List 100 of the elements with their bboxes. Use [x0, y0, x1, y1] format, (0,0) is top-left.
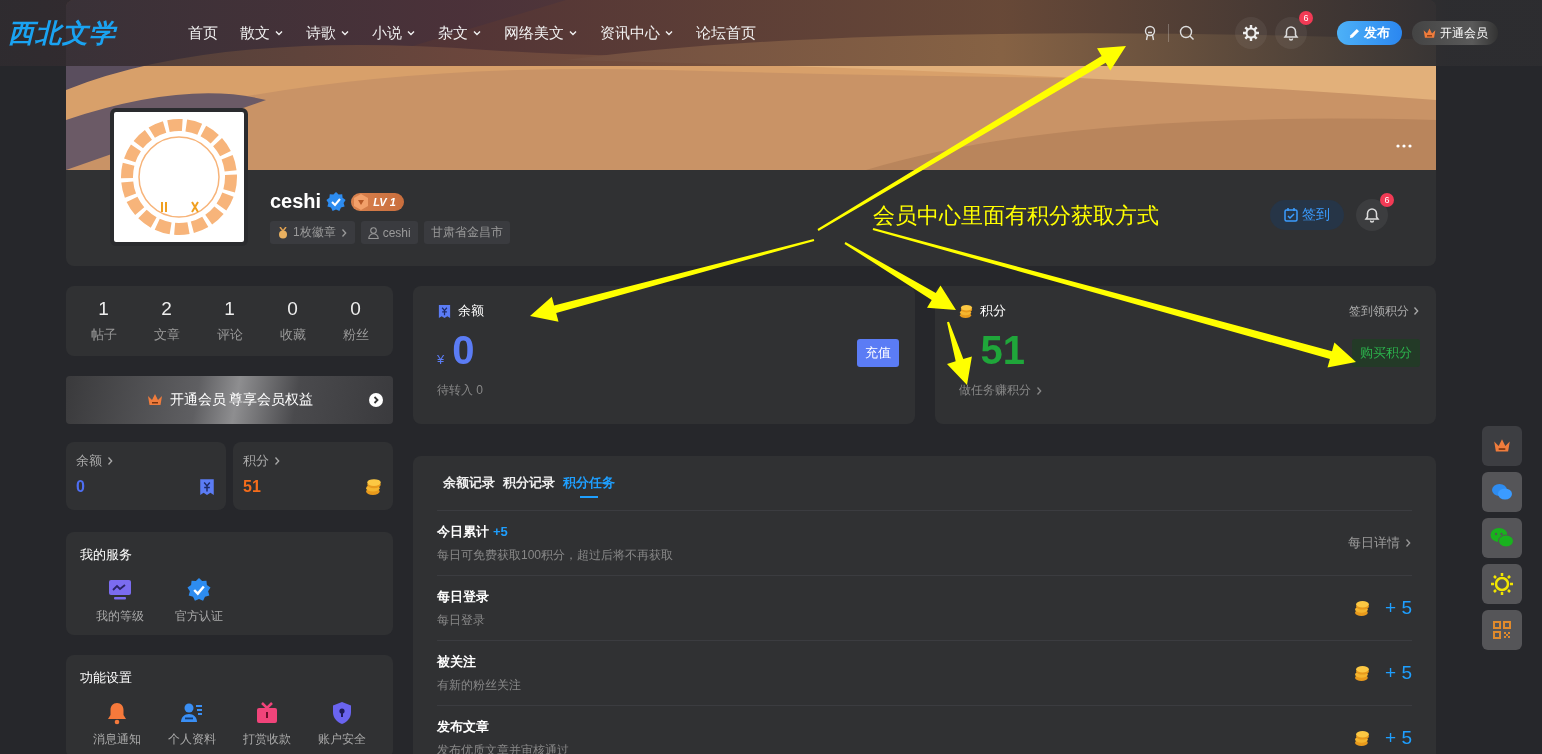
medal-icon: [277, 226, 289, 239]
card-title: 余额: [458, 302, 484, 320]
section-title: 功能设置: [80, 669, 133, 687]
service-item[interactable]: 打赏收款: [229, 701, 305, 748]
service-item[interactable]: 我的等级: [80, 578, 159, 625]
nav-link[interactable]: 首页: [188, 23, 218, 43]
profile-tag: ceshi: [360, 221, 418, 244]
nav-link[interactable]: 散文: [240, 23, 284, 43]
notification-button[interactable]: [1275, 17, 1307, 49]
section-title: 我的服务: [80, 546, 133, 564]
coins-icon: [958, 303, 974, 319]
caret-icon: [664, 28, 674, 38]
pencil-icon: [1349, 27, 1360, 39]
check-in-button[interactable]: 签到: [1270, 200, 1344, 230]
buy-points-button[interactable]: 购买积分: [1352, 339, 1420, 367]
service-item[interactable]: 消息通知: [80, 701, 155, 748]
nav-link[interactable]: 小说: [372, 23, 416, 43]
check-in-points-link[interactable]: 签到领积分: [1349, 302, 1420, 320]
chevron-icon: [273, 456, 281, 466]
service-item[interactable]: 个人资料: [154, 701, 230, 748]
user-card-icon: [180, 701, 205, 725]
floating-button[interactable]: [1482, 610, 1522, 650]
points-amount: 51: [980, 328, 1025, 373]
chevron-icon: [1412, 306, 1420, 316]
wallet-card[interactable]: 余额 0: [66, 442, 226, 510]
floating-button[interactable]: [1482, 426, 1522, 466]
stat-value: 0: [287, 298, 298, 320]
service-item[interactable]: 官方认证: [159, 578, 238, 625]
vip-button[interactable]: 开通会员: [1412, 21, 1498, 45]
stat-label: 评论: [216, 326, 243, 344]
profile-tag[interactable]: 1枚徽章: [270, 221, 355, 244]
earn-points-link[interactable]: 做任务赚积分: [958, 382, 1031, 399]
vip-banner-text: 开通会员 尊享会员权益: [169, 391, 314, 409]
stat-value: 1: [224, 298, 235, 320]
caret-icon: [568, 28, 578, 38]
balance-amount: 0: [452, 328, 475, 373]
coins-icon: [1354, 729, 1372, 747]
wallet-label: 余额: [76, 452, 102, 470]
notification-badge: 6: [1299, 11, 1313, 25]
coins-icon: [1354, 599, 1372, 617]
nav-link[interactable]: 资讯中心: [600, 23, 674, 43]
wallet-label: 积分: [243, 452, 269, 470]
service-item[interactable]: 账户安全: [304, 701, 379, 748]
wallet-card[interactable]: 积分 51: [233, 442, 393, 510]
qr-code-icon: [1492, 620, 1512, 640]
vip-banner[interactable]: 开通会员 尊享会员权益: [66, 376, 393, 424]
ticket-icon: [198, 478, 216, 496]
floating-button[interactable]: [1482, 518, 1522, 558]
nav-link[interactable]: 论坛首页: [696, 23, 756, 43]
notification-badge: 6: [1380, 193, 1394, 207]
stat-label: 收藏: [279, 326, 306, 344]
tab[interactable]: 积分记录: [503, 474, 555, 500]
task-reward: + 5: [1385, 597, 1412, 619]
task-description: 每日登录: [437, 611, 486, 629]
task-description: 每日可免费获取100积分，超过后将不再获取: [437, 546, 674, 564]
stat-label: 帖子: [90, 326, 117, 344]
task-title: 每日登录: [437, 587, 489, 606]
profile-tag: 甘肃省金昌市: [423, 221, 510, 244]
recharge-button[interactable]: 充值: [856, 339, 899, 367]
nav-link[interactable]: 网络美文: [504, 23, 578, 43]
daily-details-link[interactable]: 每日详情: [1348, 534, 1412, 552]
currency-sign: ¥: [437, 352, 445, 367]
monitor-icon: [107, 578, 132, 602]
stat-label: 文章: [153, 326, 180, 344]
notification-button[interactable]: [1356, 199, 1388, 231]
award-icon[interactable]: [1142, 25, 1158, 41]
nav-link[interactable]: 诗歌: [306, 23, 350, 43]
task-reward: + 5: [1385, 662, 1412, 684]
stat-value: 2: [161, 298, 172, 320]
wallet-value: 51: [243, 478, 261, 496]
tab[interactable]: 积分任务: [563, 474, 615, 500]
chevron-icon: [339, 227, 348, 238]
stat-label: 粉丝: [342, 326, 369, 344]
task-reward: + 5: [1385, 727, 1412, 749]
floating-button[interactable]: [1482, 472, 1522, 512]
chevron-icon: [1404, 538, 1412, 548]
coins-icon: [1354, 664, 1372, 682]
tab[interactable]: 余额记录: [443, 474, 495, 500]
calendar-icon: [1284, 208, 1298, 222]
wallet-value: 0: [76, 478, 85, 496]
sun-icon: [1490, 572, 1514, 596]
arrow-circle-icon: [369, 393, 383, 407]
more-icon[interactable]: [1396, 144, 1412, 148]
verified-icon: [186, 578, 211, 602]
stat-value: 1: [98, 298, 109, 320]
chevron-icon: [106, 456, 114, 466]
caret-icon: [406, 28, 416, 38]
caret-icon: [472, 28, 482, 38]
site-logo[interactable]: 西北文学: [8, 15, 158, 51]
search-icon[interactable]: [1179, 25, 1195, 41]
chat-bubbles-icon: [1490, 527, 1514, 549]
settings-button[interactable]: [1235, 17, 1267, 49]
ticket-icon: [437, 303, 452, 319]
publish-button[interactable]: 发布: [1337, 21, 1402, 45]
card-title: 积分: [979, 302, 1006, 320]
nav-link[interactable]: 杂文: [438, 23, 482, 43]
pending-amount: 待转入 0: [437, 382, 483, 399]
floating-button[interactable]: [1482, 564, 1522, 604]
gift-icon: [254, 701, 279, 725]
caret-icon: [274, 28, 284, 38]
